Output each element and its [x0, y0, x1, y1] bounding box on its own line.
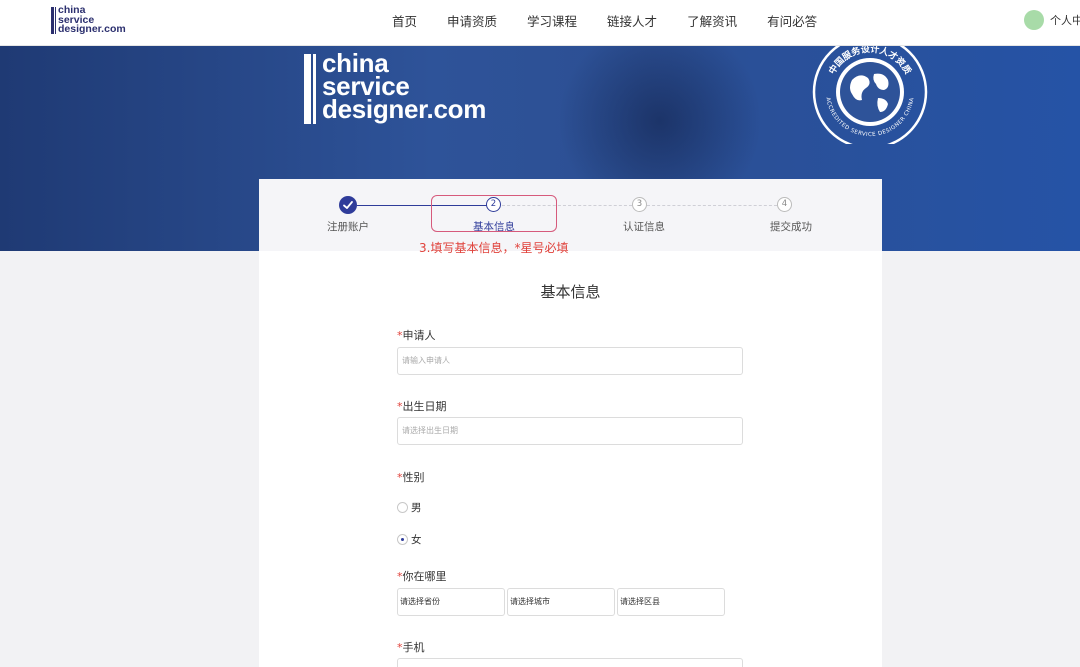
step-4-label: 提交成功: [770, 221, 812, 233]
tutorial-annotation: 3.填写基本信息，*星号必填: [419, 241, 569, 255]
registration-card: 2 3 4 注册账户 基本信息 认证信息 提交成功 3.填写基本信息，*星号必填…: [259, 179, 882, 667]
step-3-label: 认证信息: [623, 221, 665, 233]
gender-option-label: 女: [411, 534, 422, 546]
nav-item-courses[interactable]: 学习课程: [527, 11, 577, 30]
progress-steps: 2 3 4 注册账户 基本信息 认证信息 提交成功: [259, 179, 882, 251]
form-title: 基本信息: [540, 283, 601, 301]
nav-item-talent[interactable]: 链接人才: [607, 11, 657, 30]
nav-item-home[interactable]: 首页: [392, 11, 417, 30]
location-label-text: 你在哪里: [402, 570, 447, 583]
globe-seal-icon: 中国服务设计人才资质 ACCREDITED SERVICE DESIGNER C…: [812, 46, 928, 144]
logo-line: designer.com: [58, 23, 126, 35]
applicant-input[interactable]: 请输入申请人: [397, 347, 743, 375]
nav-menu: 首页 申请资质 学习课程 链接人才 了解资讯 有问必答: [392, 0, 847, 40]
step-3-indicator: 3: [632, 197, 647, 212]
city-select[interactable]: 请选择城市: [507, 588, 615, 616]
birth-date-label: *出生日期: [397, 398, 447, 414]
phone-label-text: 手机: [402, 641, 425, 654]
gender-radio-male[interactable]: 男: [397, 500, 422, 515]
nav-item-faq[interactable]: 有问必答: [767, 11, 817, 30]
nav-item-news[interactable]: 了解资讯: [687, 11, 737, 30]
birth-date-picker[interactable]: 请选择出生日期: [397, 417, 743, 445]
banner-logo-line: designer.com: [322, 94, 487, 124]
avatar[interactable]: [1024, 10, 1044, 30]
location-label: *你在哪里: [397, 568, 447, 584]
site-logo[interactable]: china service designer.com: [51, 5, 141, 36]
user-center-link[interactable]: 个人中: [1050, 12, 1080, 28]
nav-item-apply[interactable]: 申请资质: [447, 11, 497, 30]
phone-input[interactable]: [397, 658, 743, 667]
gender-option-label: 男: [411, 502, 422, 514]
user-menu[interactable]: 个人中: [1024, 10, 1080, 30]
banner-logo: china service designer.com: [304, 50, 524, 132]
province-select[interactable]: 请选择省份: [397, 588, 505, 616]
radio-circle[interactable]: [397, 502, 408, 513]
current-step-highlight: [431, 195, 557, 232]
phone-label: *手机: [397, 639, 425, 655]
district-select[interactable]: 请选择区县: [617, 588, 725, 616]
radio-circle-selected[interactable]: [397, 534, 408, 545]
step-connector: [647, 205, 777, 206]
gender-label-text: 性别: [402, 471, 425, 484]
gender-label: *性别: [397, 469, 425, 485]
applicant-label-text: 申请人: [402, 329, 436, 342]
birth-date-label-text: 出生日期: [402, 400, 447, 413]
gender-radio-female[interactable]: 女: [397, 532, 422, 547]
step-1-label: 注册账户: [327, 221, 369, 233]
step-4-indicator: 4: [777, 197, 792, 212]
applicant-label: *申请人: [397, 327, 436, 343]
top-nav: china service designer.com 首页 申请资质 学习课程 …: [0, 0, 1080, 46]
step-1-check-icon: [339, 196, 357, 214]
